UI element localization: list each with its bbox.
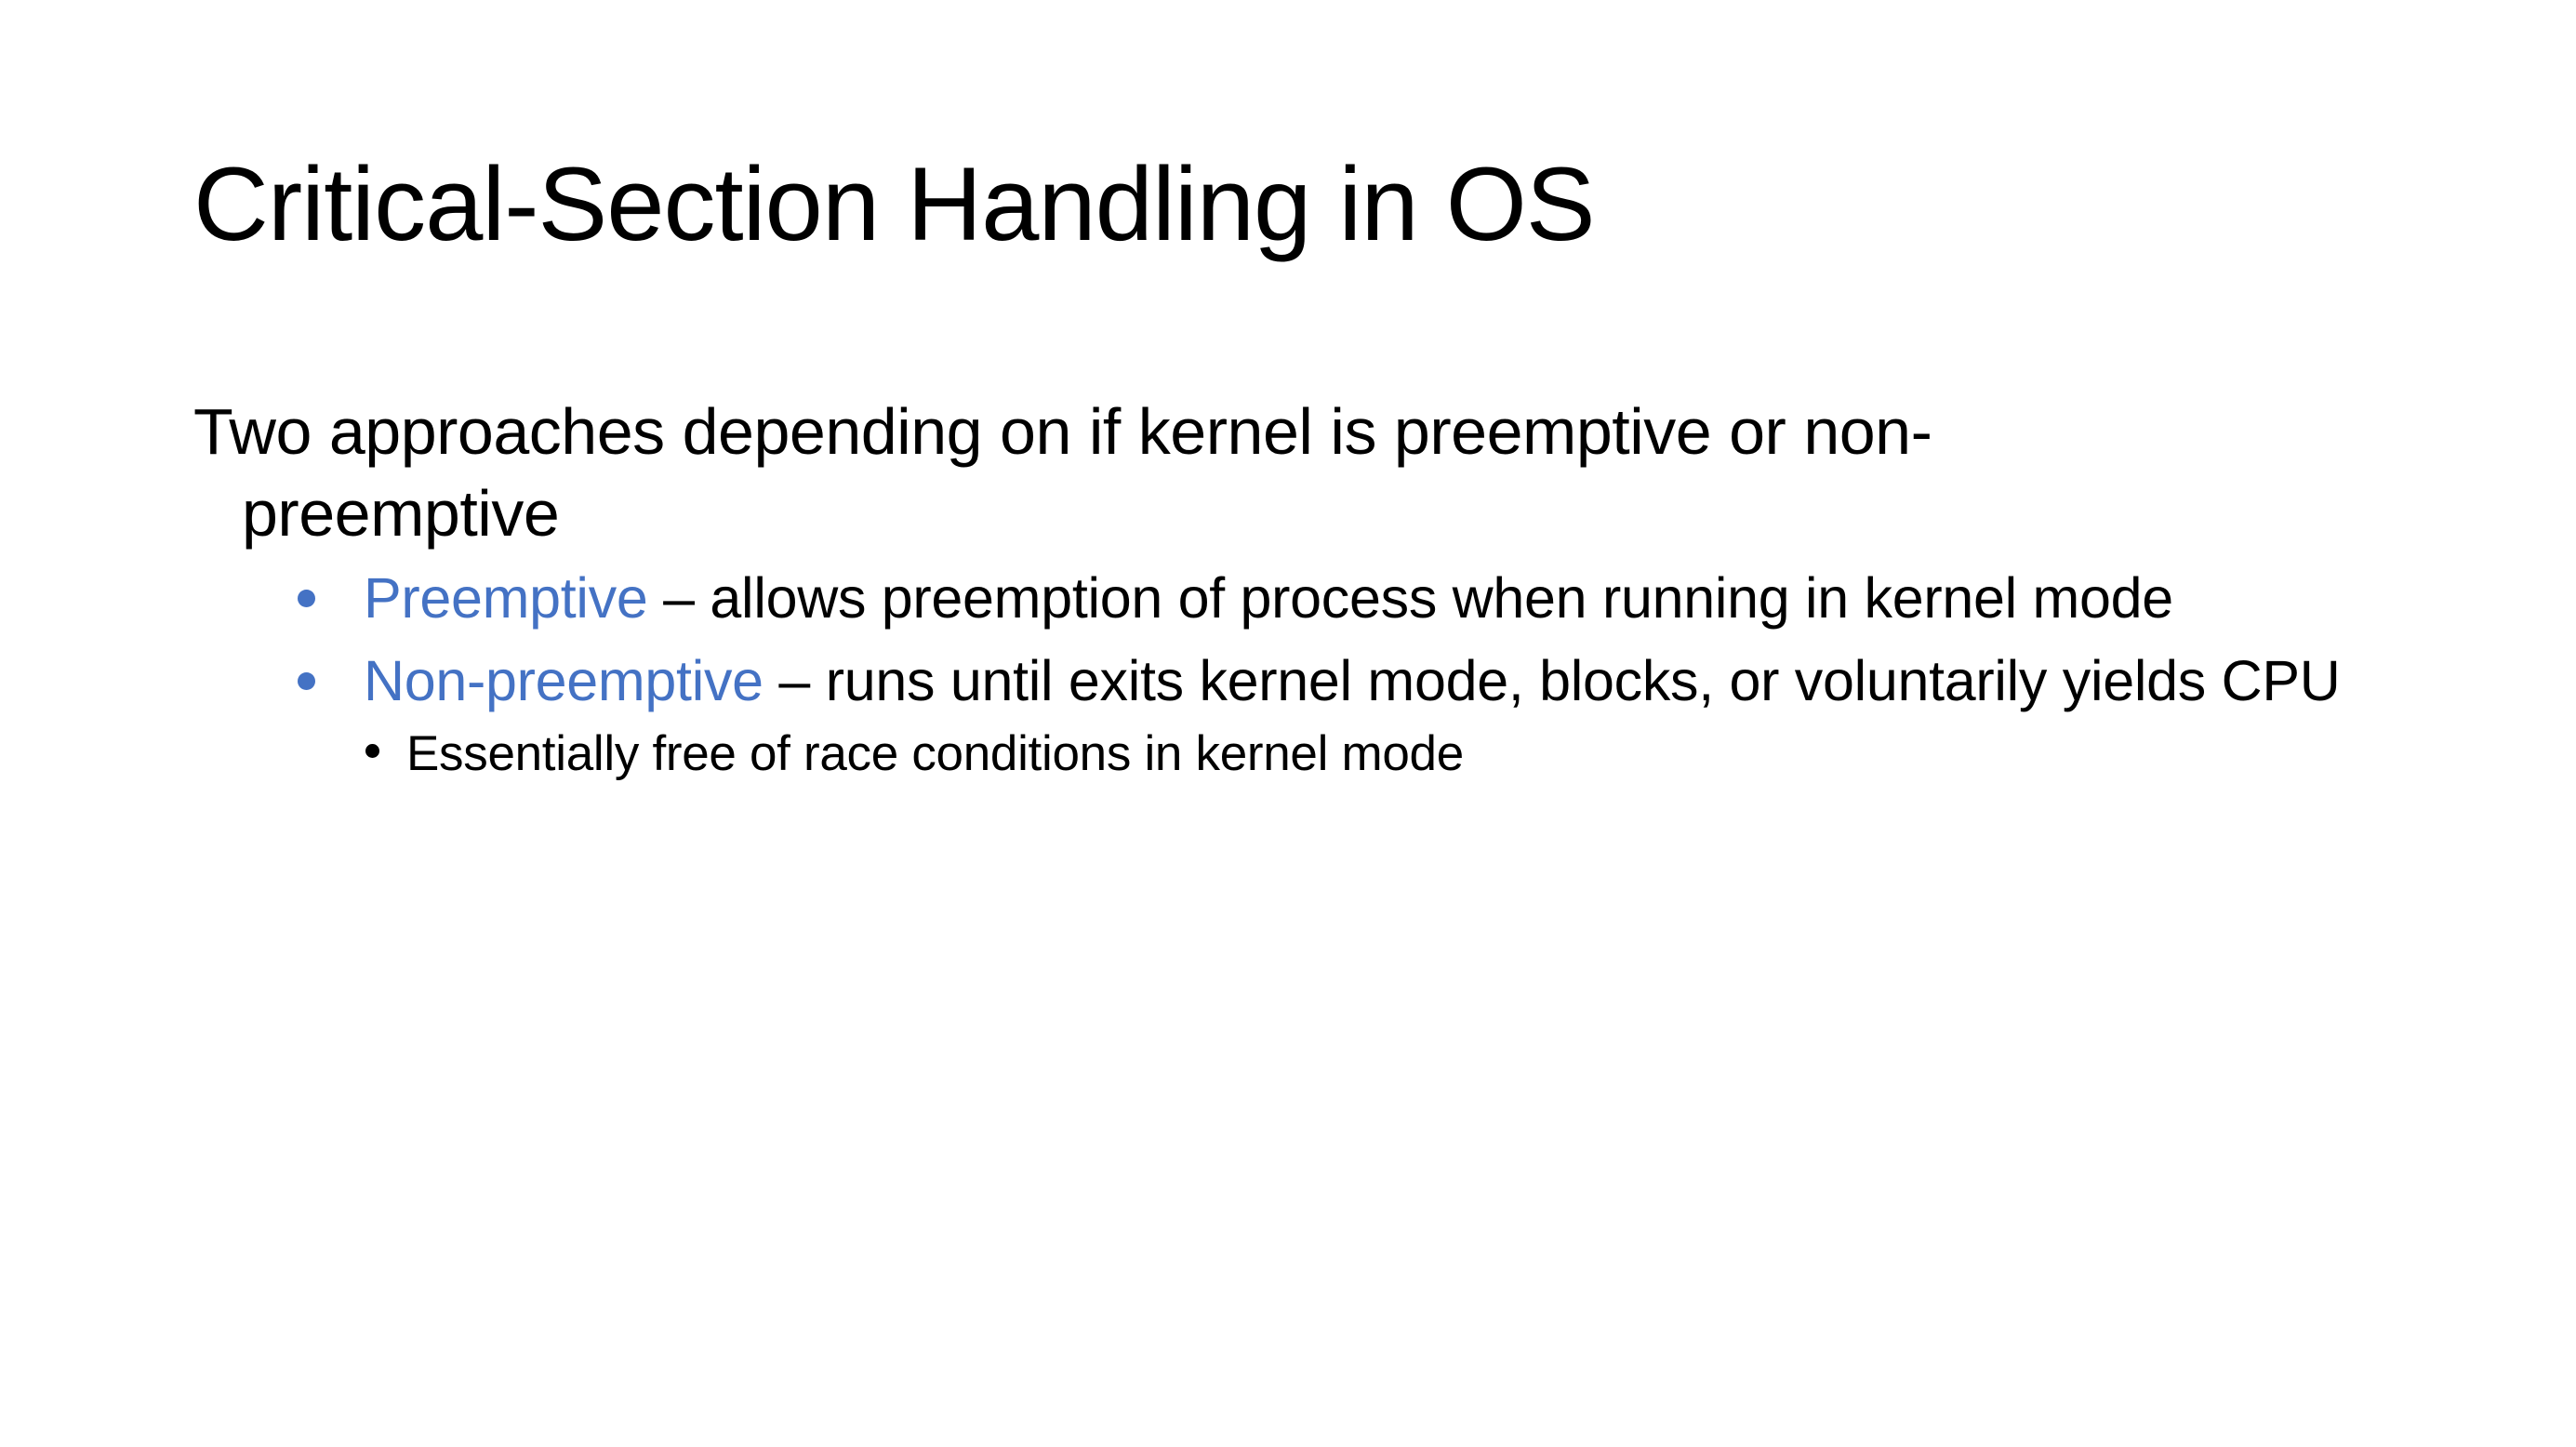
description-preemptive: – allows preemption of process when runn… xyxy=(647,566,2173,630)
description-non-preemptive: – runs until exits kernel mode, blocks, … xyxy=(763,649,2341,712)
sub-list-item: Essentially free of race conditions in k… xyxy=(364,722,2407,787)
slide: Critical-Section Handling in OS Two appr… xyxy=(0,0,2576,1447)
approach-list: Preemptive – allows preemption of proces… xyxy=(193,562,2407,787)
bullet-dot-icon xyxy=(298,590,315,607)
list-item-non-preemptive: Non-preemptive – runs until exits kernel… xyxy=(193,644,2407,787)
slide-title: Critical-Section Handling in OS xyxy=(193,146,1596,262)
list-item-preemptive: Preemptive – allows preemption of proces… xyxy=(193,562,2407,635)
bullet-dot-icon xyxy=(298,672,315,690)
slide-body: Two approaches depending on if kernel is… xyxy=(193,391,2407,796)
sub-list: Essentially free of race conditions in k… xyxy=(364,722,2407,787)
term-non-preemptive: Non-preemptive xyxy=(364,649,764,712)
sub-bullet-text: Essentially free of race conditions in k… xyxy=(406,726,1464,781)
bullet-dot-icon xyxy=(365,744,379,758)
intro-paragraph: Two approaches depending on if kernel is… xyxy=(193,395,1932,550)
term-preemptive: Preemptive xyxy=(364,566,648,630)
